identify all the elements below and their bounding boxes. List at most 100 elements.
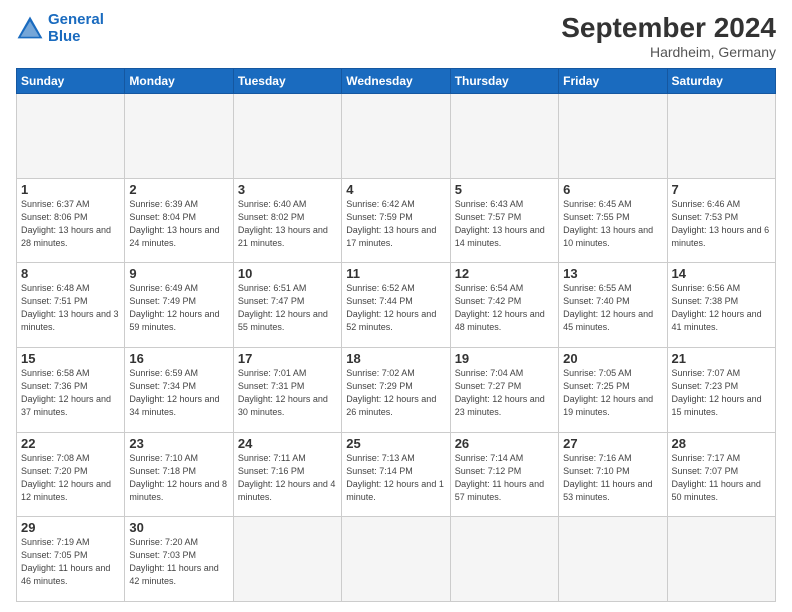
calendar-cell: 6Sunrise: 6:45 AMSunset: 7:55 PMDaylight…	[559, 178, 667, 263]
day-number: 20	[563, 351, 662, 366]
day-number: 14	[672, 266, 771, 281]
page-header: GeneralBlue September 2024 Hardheim, Ger…	[16, 12, 776, 60]
calendar-table: SundayMondayTuesdayWednesdayThursdayFrid…	[16, 68, 776, 602]
calendar-cell: 2Sunrise: 6:39 AMSunset: 8:04 PMDaylight…	[125, 178, 233, 263]
calendar-cell: 27Sunrise: 7:16 AMSunset: 7:10 PMDayligh…	[559, 432, 667, 517]
calendar-cell: 8Sunrise: 6:48 AMSunset: 7:51 PMDaylight…	[17, 263, 125, 348]
day-detail: Sunrise: 7:07 AMSunset: 7:23 PMDaylight:…	[672, 367, 771, 419]
day-detail: Sunrise: 7:19 AMSunset: 7:05 PMDaylight:…	[21, 536, 120, 588]
day-number: 17	[238, 351, 337, 366]
day-number: 29	[21, 520, 120, 535]
day-detail: Sunrise: 7:01 AMSunset: 7:31 PMDaylight:…	[238, 367, 337, 419]
day-detail: Sunrise: 6:42 AMSunset: 7:59 PMDaylight:…	[346, 198, 445, 250]
day-number: 4	[346, 182, 445, 197]
day-detail: Sunrise: 6:59 AMSunset: 7:34 PMDaylight:…	[129, 367, 228, 419]
calendar-cell: 10Sunrise: 6:51 AMSunset: 7:47 PMDayligh…	[233, 263, 341, 348]
day-number: 7	[672, 182, 771, 197]
day-detail: Sunrise: 7:17 AMSunset: 7:07 PMDaylight:…	[672, 452, 771, 504]
day-number: 2	[129, 182, 228, 197]
day-detail: Sunrise: 6:52 AMSunset: 7:44 PMDaylight:…	[346, 282, 445, 334]
day-number: 1	[21, 182, 120, 197]
logo-text: GeneralBlue	[48, 12, 104, 45]
calendar-cell: 13Sunrise: 6:55 AMSunset: 7:40 PMDayligh…	[559, 263, 667, 348]
weekday-header-friday: Friday	[559, 69, 667, 94]
day-number: 12	[455, 266, 554, 281]
calendar-cell	[667, 517, 775, 602]
day-number: 23	[129, 436, 228, 451]
calendar-cell: 19Sunrise: 7:04 AMSunset: 7:27 PMDayligh…	[450, 347, 558, 432]
logo-icon	[16, 15, 44, 43]
calendar-cell: 20Sunrise: 7:05 AMSunset: 7:25 PMDayligh…	[559, 347, 667, 432]
calendar-cell	[450, 517, 558, 602]
day-detail: Sunrise: 7:13 AMSunset: 7:14 PMDaylight:…	[346, 452, 445, 504]
calendar-cell	[667, 94, 775, 179]
calendar-cell	[559, 94, 667, 179]
calendar-cell: 5Sunrise: 6:43 AMSunset: 7:57 PMDaylight…	[450, 178, 558, 263]
day-number: 22	[21, 436, 120, 451]
day-detail: Sunrise: 7:11 AMSunset: 7:16 PMDaylight:…	[238, 452, 337, 504]
calendar-cell	[450, 94, 558, 179]
day-number: 13	[563, 266, 662, 281]
day-detail: Sunrise: 7:05 AMSunset: 7:25 PMDaylight:…	[563, 367, 662, 419]
calendar-cell: 3Sunrise: 6:40 AMSunset: 8:02 PMDaylight…	[233, 178, 341, 263]
calendar-cell: 28Sunrise: 7:17 AMSunset: 7:07 PMDayligh…	[667, 432, 775, 517]
weekday-header-wednesday: Wednesday	[342, 69, 450, 94]
calendar-cell: 26Sunrise: 7:14 AMSunset: 7:12 PMDayligh…	[450, 432, 558, 517]
day-number: 6	[563, 182, 662, 197]
calendar-cell	[342, 517, 450, 602]
day-number: 19	[455, 351, 554, 366]
day-detail: Sunrise: 7:14 AMSunset: 7:12 PMDaylight:…	[455, 452, 554, 504]
day-number: 27	[563, 436, 662, 451]
calendar-cell	[233, 94, 341, 179]
day-number: 9	[129, 266, 228, 281]
calendar-cell: 16Sunrise: 6:59 AMSunset: 7:34 PMDayligh…	[125, 347, 233, 432]
calendar-page: GeneralBlue September 2024 Hardheim, Ger…	[0, 0, 792, 612]
day-detail: Sunrise: 6:55 AMSunset: 7:40 PMDaylight:…	[563, 282, 662, 334]
calendar-cell: 9Sunrise: 6:49 AMSunset: 7:49 PMDaylight…	[125, 263, 233, 348]
calendar-cell: 24Sunrise: 7:11 AMSunset: 7:16 PMDayligh…	[233, 432, 341, 517]
day-detail: Sunrise: 7:20 AMSunset: 7:03 PMDaylight:…	[129, 536, 228, 588]
day-number: 3	[238, 182, 337, 197]
calendar-cell: 4Sunrise: 6:42 AMSunset: 7:59 PMDaylight…	[342, 178, 450, 263]
day-detail: Sunrise: 6:40 AMSunset: 8:02 PMDaylight:…	[238, 198, 337, 250]
day-number: 15	[21, 351, 120, 366]
logo: GeneralBlue	[16, 12, 104, 45]
day-detail: Sunrise: 6:43 AMSunset: 7:57 PMDaylight:…	[455, 198, 554, 250]
day-detail: Sunrise: 6:45 AMSunset: 7:55 PMDaylight:…	[563, 198, 662, 250]
day-detail: Sunrise: 7:16 AMSunset: 7:10 PMDaylight:…	[563, 452, 662, 504]
calendar-cell	[233, 517, 341, 602]
day-detail: Sunrise: 6:49 AMSunset: 7:49 PMDaylight:…	[129, 282, 228, 334]
calendar-cell: 7Sunrise: 6:46 AMSunset: 7:53 PMDaylight…	[667, 178, 775, 263]
day-number: 25	[346, 436, 445, 451]
day-detail: Sunrise: 7:10 AMSunset: 7:18 PMDaylight:…	[129, 452, 228, 504]
day-detail: Sunrise: 6:39 AMSunset: 8:04 PMDaylight:…	[129, 198, 228, 250]
calendar-cell	[559, 517, 667, 602]
day-number: 5	[455, 182, 554, 197]
weekday-header-tuesday: Tuesday	[233, 69, 341, 94]
day-detail: Sunrise: 6:56 AMSunset: 7:38 PMDaylight:…	[672, 282, 771, 334]
day-detail: Sunrise: 6:48 AMSunset: 7:51 PMDaylight:…	[21, 282, 120, 334]
weekday-header-sunday: Sunday	[17, 69, 125, 94]
calendar-cell	[342, 94, 450, 179]
calendar-cell: 1Sunrise: 6:37 AMSunset: 8:06 PMDaylight…	[17, 178, 125, 263]
day-detail: Sunrise: 7:04 AMSunset: 7:27 PMDaylight:…	[455, 367, 554, 419]
day-number: 26	[455, 436, 554, 451]
calendar-cell: 17Sunrise: 7:01 AMSunset: 7:31 PMDayligh…	[233, 347, 341, 432]
calendar-cell	[17, 94, 125, 179]
day-number: 28	[672, 436, 771, 451]
day-number: 21	[672, 351, 771, 366]
calendar-cell: 14Sunrise: 6:56 AMSunset: 7:38 PMDayligh…	[667, 263, 775, 348]
day-number: 10	[238, 266, 337, 281]
day-detail: Sunrise: 6:58 AMSunset: 7:36 PMDaylight:…	[21, 367, 120, 419]
calendar-cell: 22Sunrise: 7:08 AMSunset: 7:20 PMDayligh…	[17, 432, 125, 517]
day-detail: Sunrise: 6:46 AMSunset: 7:53 PMDaylight:…	[672, 198, 771, 250]
day-number: 8	[21, 266, 120, 281]
calendar-cell: 12Sunrise: 6:54 AMSunset: 7:42 PMDayligh…	[450, 263, 558, 348]
day-number: 16	[129, 351, 228, 366]
weekday-header-monday: Monday	[125, 69, 233, 94]
day-number: 11	[346, 266, 445, 281]
day-detail: Sunrise: 7:08 AMSunset: 7:20 PMDaylight:…	[21, 452, 120, 504]
day-detail: Sunrise: 6:51 AMSunset: 7:47 PMDaylight:…	[238, 282, 337, 334]
day-detail: Sunrise: 7:02 AMSunset: 7:29 PMDaylight:…	[346, 367, 445, 419]
weekday-header-thursday: Thursday	[450, 69, 558, 94]
